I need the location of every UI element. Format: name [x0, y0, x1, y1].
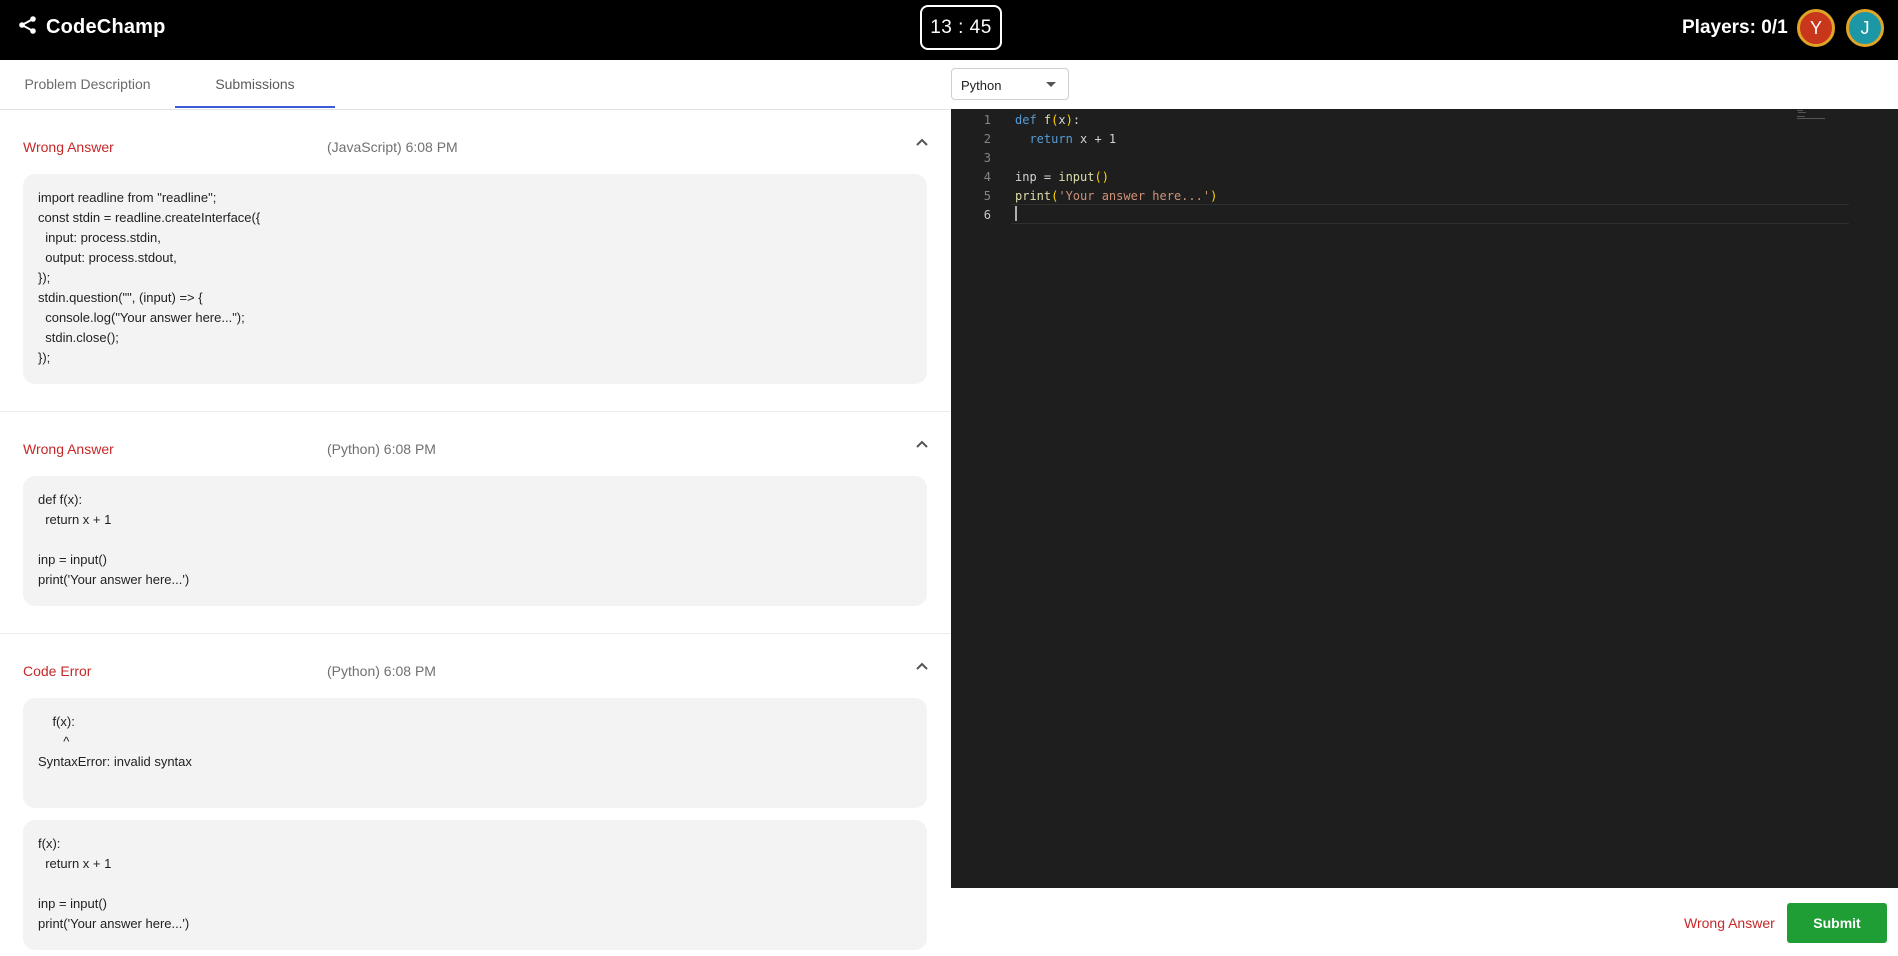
language-select-value: Python: [961, 78, 1002, 93]
avatar[interactable]: J: [1846, 9, 1884, 47]
submission-meta: (Python) 6:08 PM: [327, 441, 436, 457]
code-line: return x + 1: [1029, 132, 1117, 146]
line-number: 2: [983, 132, 991, 146]
code-line: def f(x):: [1015, 113, 1081, 127]
active-tab-indicator: [175, 106, 335, 108]
submission-code: def f(x): return x + 1 inp = input() pri…: [23, 476, 927, 606]
line-number: 5: [983, 189, 991, 203]
left-panel: Problem Description Submissions Wrong An…: [0, 60, 950, 956]
divider: [0, 633, 950, 634]
submission-header[interactable]: Wrong Answer (JavaScript) 6:08 PM: [0, 122, 950, 172]
tab-submissions[interactable]: Submissions: [175, 60, 335, 108]
result-status: Wrong Answer: [1684, 915, 1775, 931]
submission-header[interactable]: Code Error (Python) 6:08 PM: [0, 646, 950, 696]
language-select[interactable]: Python: [951, 68, 1069, 100]
code-line: inp = input(): [1015, 170, 1109, 184]
submission-status: Code Error: [23, 663, 92, 679]
submission-meta: (JavaScript) 6:08 PM: [327, 139, 458, 155]
submission-code: f(x): return x + 1 inp = input() print('…: [23, 820, 927, 950]
line-number: 1: [983, 113, 991, 127]
text-cursor: [1015, 206, 1017, 221]
submission-code: import readline from "readline"; const s…: [23, 174, 927, 384]
tab-bar: Problem Description Submissions: [0, 60, 950, 110]
share-icon[interactable]: [18, 15, 38, 40]
avatar[interactable]: Y: [1797, 9, 1835, 47]
code-editor[interactable]: 1 2 3 4 5 6 def f(x): return x + 1 inp =…: [951, 109, 1898, 888]
submit-button[interactable]: Submit: [1787, 903, 1887, 943]
brand-name: CodeChamp: [46, 16, 166, 38]
countdown-timer: 13 : 45: [920, 5, 1002, 50]
error-output: f(x): ^ SyntaxError: invalid syntax: [23, 698, 927, 808]
submission-meta: (Python) 6:08 PM: [327, 663, 436, 679]
submission-status: Wrong Answer: [23, 139, 114, 155]
chevron-up-icon[interactable]: [915, 136, 929, 155]
caret-down-icon: [1046, 82, 1056, 87]
line-number: 6: [983, 208, 991, 222]
tab-problem-description[interactable]: Problem Description: [0, 60, 175, 108]
code-line: print('Your answer here...'): [1015, 189, 1218, 203]
minimap[interactable]: [1797, 109, 1827, 121]
submission-header[interactable]: Wrong Answer (Python) 6:08 PM: [0, 424, 950, 474]
brand[interactable]: CodeChamp: [18, 15, 166, 40]
top-bar: CodeChamp 13 : 45 Players: 0/1 Y J: [0, 0, 1898, 60]
submission-status: Wrong Answer: [23, 441, 114, 457]
chevron-up-icon[interactable]: [915, 660, 929, 679]
right-panel: Python 1 2 3 4 5 6 def f(x): return x + …: [951, 60, 1898, 956]
line-number: 3: [983, 151, 991, 165]
line-number: 4: [983, 170, 991, 184]
divider: [0, 411, 950, 412]
players-count: Players: 0/1: [1682, 17, 1788, 38]
chevron-up-icon[interactable]: [915, 438, 929, 457]
current-line-highlight: [1011, 204, 1849, 224]
